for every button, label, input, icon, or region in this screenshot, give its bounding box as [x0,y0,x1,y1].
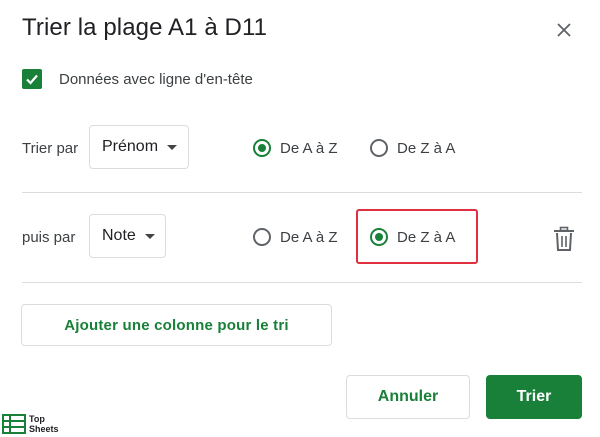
divider [22,282,582,283]
top-sheets-logo: Top Sheets [2,412,59,436]
logo-text-line: Top [29,414,45,424]
radio-button-checked [253,139,271,157]
divider [22,192,582,193]
spreadsheet-icon [2,414,26,434]
radio-button-unchecked [370,139,388,157]
cancel-button[interactable]: Annuler [346,375,470,419]
sort-column-select[interactable]: Prénom [89,125,189,169]
close-button[interactable] [552,18,576,42]
sort-row-secondary: puis par Note De A à Z De Z à A [0,214,600,262]
header-row-option: Données avec ligne d'en-tête [22,67,253,91]
radio-button-unchecked [253,228,271,246]
logo-text-line: Sheets [29,424,59,434]
then-by-label: puis par [22,229,76,246]
dialog-title: Trier la plage A1 à D11 [22,14,268,41]
dropdown-arrow-icon [167,144,178,150]
logo-text: Top Sheets [29,414,59,434]
header-row-label: Données avec ligne d'en-tête [59,70,253,88]
radio-label: De A à Z [280,228,338,246]
trash-icon [554,226,574,251]
highlight-annotation [356,209,478,264]
sort-column-value: Prénom [102,138,159,155]
then-column-select[interactable]: Note [89,214,166,258]
header-row-checkbox[interactable] [22,69,42,89]
radio-a-to-z-primary[interactable]: De A à Z [253,137,338,159]
dropdown-arrow-icon [144,233,155,239]
add-sort-column-button[interactable]: Ajouter une colonne pour le tri [21,304,332,346]
sort-button[interactable]: Trier [486,375,582,419]
checkmark-icon [26,74,38,85]
close-icon [557,23,571,37]
delete-sort-row-button[interactable] [552,226,576,252]
radio-z-to-a-primary[interactable]: De Z à A [370,137,455,159]
sort-by-label: Trier par [22,140,79,157]
radio-a-to-z-secondary[interactable]: De A à Z [253,226,338,248]
radio-label: De A à Z [280,139,338,157]
radio-label: De Z à A [397,139,456,157]
then-column-value: Note [102,227,136,244]
sort-row-primary: Trier par Prénom De A à Z De Z à A [0,125,600,173]
